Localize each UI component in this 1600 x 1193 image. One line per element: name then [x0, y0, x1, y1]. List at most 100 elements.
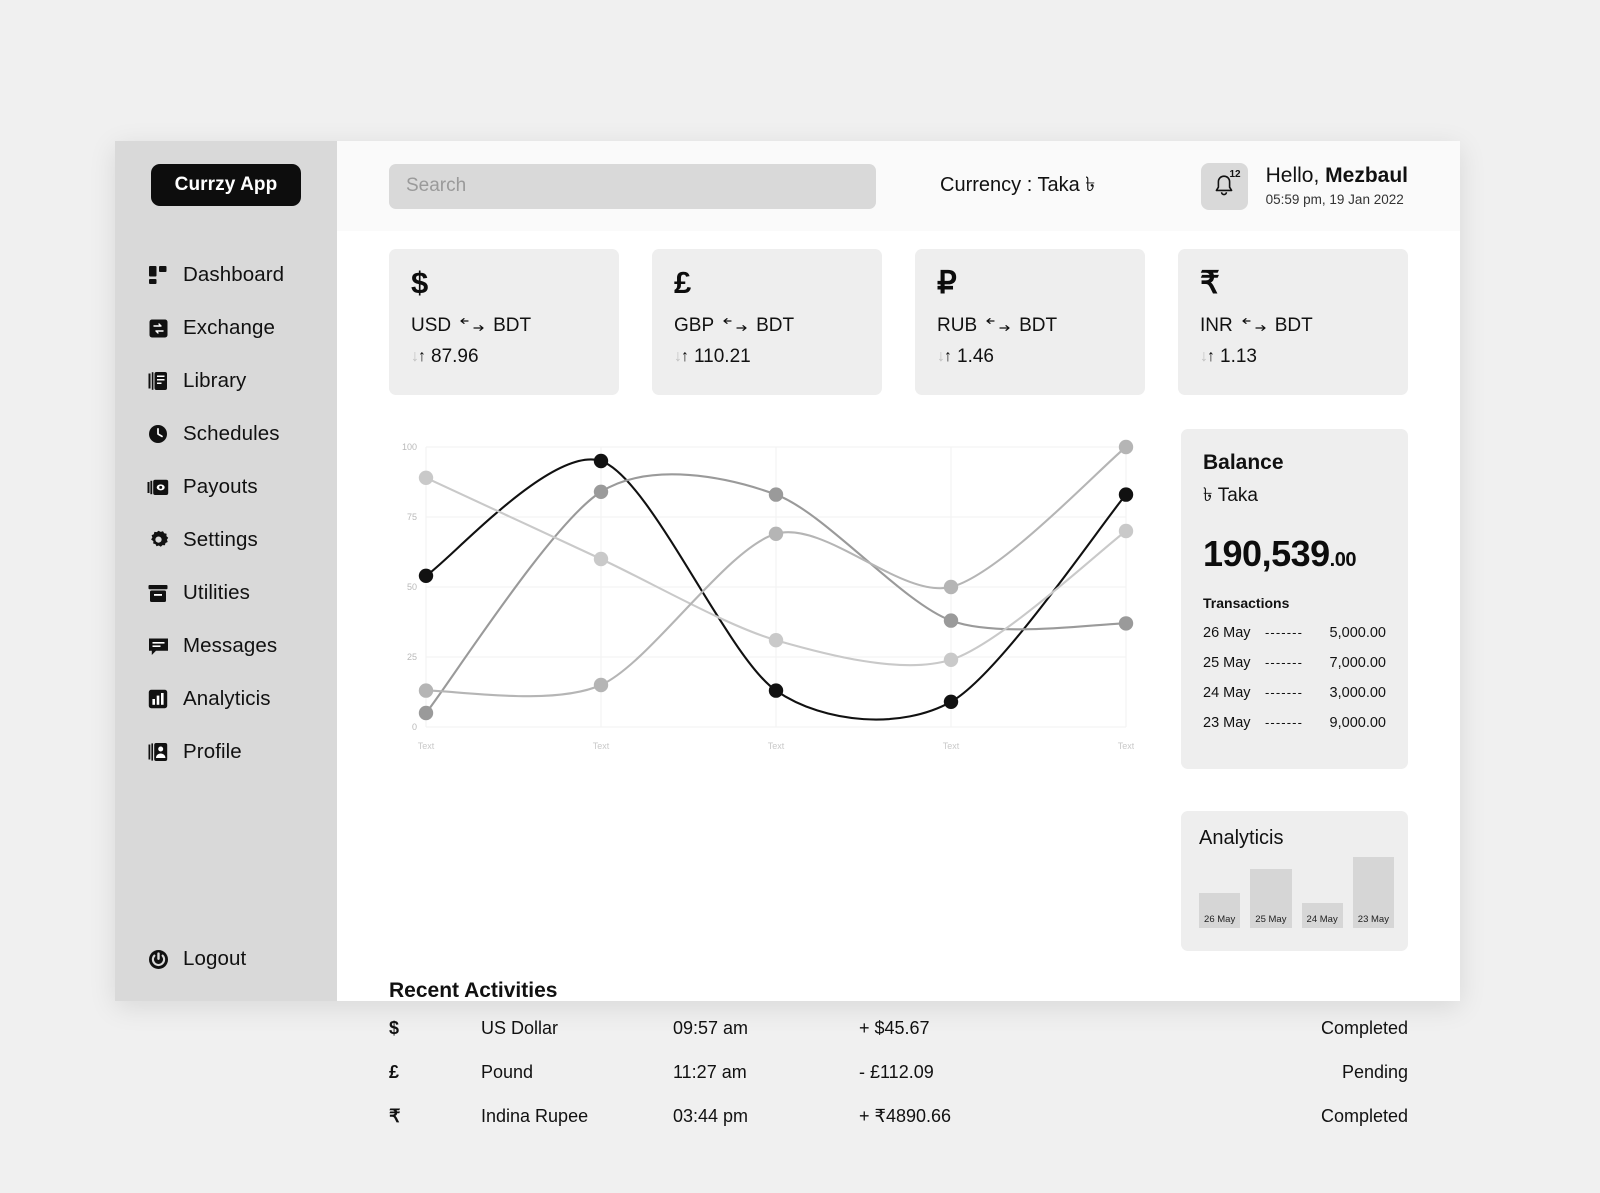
chart-data-point: [1118, 439, 1134, 455]
main-area: Currency : Taka ৳ 12 Hello, Mezbaul 05:5…: [337, 141, 1460, 1126]
y-axis-tick: 100: [402, 442, 417, 452]
notifications-button[interactable]: 12: [1200, 162, 1248, 210]
transaction-date: 25 May: [1203, 655, 1251, 671]
x-axis-tick: Text: [1118, 741, 1134, 751]
rate-value-row: ↓ ↑ 1.13: [1200, 346, 1386, 368]
sidebar-item-label: Utilities: [183, 581, 250, 604]
activity-status: Completed: [1320, 1105, 1408, 1126]
chart-data-point: [593, 551, 609, 567]
x-axis-tick: Text: [418, 741, 435, 751]
balance-currency: ৳ Taka: [1203, 481, 1386, 513]
line-chart-svg: 0 25 50 75 100 Text Text Text Text Text: [402, 439, 1135, 751]
logout-button[interactable]: Logout: [115, 947, 246, 971]
x-axis-tick: Text: [593, 741, 610, 751]
activity-amount: + $45.67: [859, 1017, 930, 1038]
sidebar-item-label: Profile: [183, 740, 242, 763]
activity-row[interactable]: $ US Dollar 09:57 am + $45.67 Completed: [389, 1009, 1408, 1047]
sidebar-item-dashboard[interactable]: Dashboard: [115, 259, 337, 291]
sidebar-item-schedules[interactable]: Schedules: [115, 418, 337, 450]
content: $ USD BDT ↓ ↑ 87.96 £ GBP BDT ↓ ↑ 110.21…: [337, 231, 1460, 1135]
sidebar-nav: Dashboard Exchange Library Schedules Pay…: [115, 259, 337, 768]
y-axis-tick: 50: [407, 582, 417, 592]
notification-badge: 12: [1229, 168, 1241, 180]
search-input[interactable]: [406, 175, 859, 197]
x-axis-tick: Text: [768, 741, 785, 751]
brand-logo[interactable]: Currzy App: [151, 164, 301, 206]
swap-arrow-icon: [459, 316, 485, 337]
sidebar-item-label: Exchange: [183, 316, 275, 339]
rate-card-inr[interactable]: ₹ INR BDT ↓ ↑ 1.13: [1178, 249, 1408, 395]
y-axis-tick: 25: [407, 652, 417, 662]
logout-label: Logout: [183, 947, 247, 970]
sidebar-item-settings[interactable]: Settings: [115, 524, 337, 556]
currency-symbol: ₹: [1200, 265, 1220, 300]
sidebar-item-label: Analyticis: [183, 687, 271, 710]
transaction-amount: 3,000.00: [1329, 685, 1386, 701]
sidebar-item-utilities[interactable]: Utilities: [115, 577, 337, 609]
rate-card-gbp[interactable]: £ GBP BDT ↓ ↑ 110.21: [652, 249, 882, 395]
sidebar-item-exchange[interactable]: Exchange: [115, 312, 337, 344]
balance-card: Balance ৳ Taka 190,539.00 Transactions 2…: [1181, 429, 1408, 769]
sidebar-item-library[interactable]: Library: [115, 365, 337, 397]
pair-to: BDT: [1274, 315, 1313, 336]
transaction-row: 25 May ------- 7,000.00: [1203, 655, 1386, 671]
activity-row[interactable]: ₹ Indina Rupee 03:44 pm + ₹4890.66 Completed: [389, 1097, 1408, 1135]
currency-pair: GBP BDT: [674, 315, 860, 337]
money-icon: [147, 476, 169, 498]
user-zone: 12 Hello, Mezbaul 05:59 pm, 19 Jan 2022: [1200, 162, 1408, 210]
activity-currency-name: Indina Rupee: [481, 1105, 589, 1126]
rate-value: 87.96: [431, 346, 479, 367]
chart-data-point: [768, 683, 784, 698]
sidebar-item-analyticis[interactable]: Analyticis: [115, 683, 337, 715]
y-axis-tick: 0: [412, 722, 417, 732]
transaction-separator: -------: [1265, 655, 1304, 670]
trend-arrows-icon: ↓ ↑: [411, 348, 426, 365]
currency-symbol: ₽: [937, 265, 957, 300]
chart-data-point: [943, 579, 959, 595]
transaction-separator: -------: [1265, 625, 1304, 640]
transaction-amount: 7,000.00: [1329, 655, 1386, 671]
chat-icon: [147, 635, 169, 657]
currency-pair: RUB BDT: [937, 315, 1123, 337]
chart-data-point: [943, 694, 959, 709]
chart-data-point: [768, 633, 784, 648]
pair-from: USD: [411, 315, 452, 336]
chart-data-point: [593, 453, 609, 469]
transaction-row: 23 May ------- 9,000.00: [1203, 715, 1386, 731]
sidebar-item-label: Payouts: [183, 475, 258, 498]
balance-amount-cents: .00: [1329, 549, 1357, 571]
chart-data-point: [418, 683, 434, 698]
gear-icon: [147, 529, 169, 551]
analytics-card: Analyticis 26 May 25 May 24 May 23 May: [1181, 811, 1408, 951]
clock-icon: [147, 423, 169, 445]
activity-currency-name: Pound: [481, 1061, 534, 1082]
transaction-row: 26 May ------- 5,000.00: [1203, 625, 1386, 641]
rate-value-row: ↓ ↑ 87.96: [411, 346, 597, 368]
rate-card-usd[interactable]: $ USD BDT ↓ ↑ 87.96: [389, 249, 619, 395]
pair-from: INR: [1200, 315, 1233, 336]
analytics-bar: 23 May: [1352, 857, 1394, 928]
activity-currency-symbol: $: [389, 1017, 400, 1038]
activity-row[interactable]: £ Pound 11:27 am - £112.09 Pending: [389, 1053, 1408, 1091]
power-icon: [147, 948, 169, 970]
line-chart: 0 25 50 75 100 Text Text Text Text Text: [389, 429, 1148, 769]
sidebar-item-messages[interactable]: Messages: [115, 630, 337, 662]
sidebar-item-payouts[interactable]: Payouts: [115, 471, 337, 503]
app-window: Currzy App Dashboard Exchange Library Sc…: [115, 141, 1460, 1126]
currency-pair: USD BDT: [411, 315, 597, 337]
trend-arrows-icon: ↓ ↑: [1200, 348, 1215, 365]
chart-data-point: [768, 526, 784, 541]
side-column: Balance ৳ Taka 190,539.00 Transactions 2…: [1181, 429, 1408, 951]
search-box[interactable]: [389, 163, 876, 209]
rate-card-rub[interactable]: ₽ RUB BDT ↓ ↑ 1.46: [915, 249, 1145, 395]
rate-value-row: ↓ ↑ 1.46: [937, 346, 1123, 368]
rate-cards-row: $ USD BDT ↓ ↑ 87.96 £ GBP BDT ↓ ↑ 110.21…: [389, 249, 1408, 395]
pair-to: BDT: [756, 315, 795, 336]
currency-name: Taka: [1217, 485, 1258, 506]
user-greeting: Hello, Mezbaul 05:59 pm, 19 Jan 2022: [1266, 164, 1408, 208]
currency-selector[interactable]: Currency : Taka ৳: [940, 170, 1095, 203]
sidebar-item-profile[interactable]: Profile: [115, 736, 337, 768]
swap-arrow-icon: [1241, 316, 1267, 337]
rate-value: 1.46: [957, 346, 994, 367]
sidebar-item-label: Messages: [183, 634, 278, 657]
